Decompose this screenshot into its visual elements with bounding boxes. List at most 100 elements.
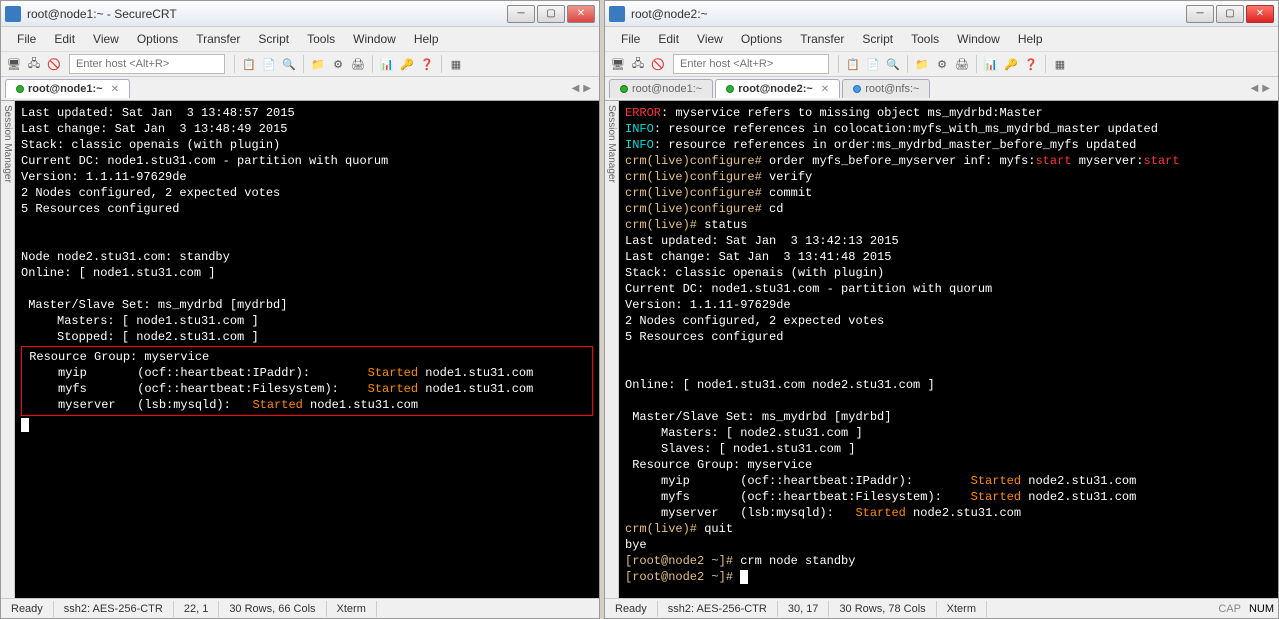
tabstrip: root@node1:~ root@node2:~ ✕ root@nfs:~ ◀…	[605, 77, 1278, 101]
tool-icon[interactable]: 🖨	[953, 55, 971, 73]
tool-icon[interactable]: 🖥	[5, 55, 23, 73]
tab-prev-icon[interactable]: ◀	[572, 83, 580, 94]
titlebar[interactable]: root@node1:~ - SecureCRT ─ ▢ ✕	[1, 1, 599, 27]
menu-edit[interactable]: Edit	[46, 30, 83, 48]
status-pos: 22, 1	[174, 601, 219, 617]
menu-window[interactable]: Window	[949, 30, 1008, 48]
status-dot-icon	[853, 85, 861, 93]
window-node2: root@node2:~ ─ ▢ ✕ File Edit View Option…	[604, 0, 1279, 619]
separator	[441, 55, 442, 73]
tool-icon[interactable]: 📄	[260, 55, 278, 73]
tool-icon[interactable]: 🖧	[629, 55, 647, 73]
tool-icon[interactable]: 🔍	[280, 55, 298, 73]
tab-next-icon[interactable]: ▶	[1262, 83, 1270, 94]
statusbar: Ready ssh2: AES-256-CTR 30, 17 30 Rows, …	[605, 598, 1278, 618]
close-button[interactable]: ✕	[567, 5, 595, 23]
minimize-button[interactable]: ─	[507, 5, 535, 23]
menu-script[interactable]: Script	[250, 30, 297, 48]
status-size: 30 Rows, 66 Cols	[219, 601, 326, 617]
menu-view[interactable]: View	[689, 30, 731, 48]
tool-icon[interactable]: 📋	[844, 55, 862, 73]
window-title: root@node2:~	[631, 7, 1186, 21]
status-dot-icon	[16, 85, 24, 93]
status-cap: CAP	[1214, 603, 1245, 615]
tool-icon[interactable]: 📊	[982, 55, 1000, 73]
menu-options[interactable]: Options	[129, 30, 186, 48]
maximize-button[interactable]: ▢	[537, 5, 565, 23]
app-icon	[5, 6, 21, 22]
menu-transfer[interactable]: Transfer	[792, 30, 852, 48]
tool-icon[interactable]: 🚫	[45, 55, 63, 73]
menu-options[interactable]: Options	[733, 30, 790, 48]
menu-help[interactable]: Help	[406, 30, 447, 48]
status-dot-icon	[726, 85, 734, 93]
separator	[907, 55, 908, 73]
menu-tools[interactable]: Tools	[299, 30, 343, 48]
titlebar[interactable]: root@node2:~ ─ ▢ ✕	[605, 1, 1278, 27]
session-manager-handle[interactable]: Session Manager	[1, 101, 15, 598]
tab-node2[interactable]: root@node2:~ ✕	[715, 79, 840, 98]
status-dot-icon	[620, 85, 628, 93]
separator	[976, 55, 977, 73]
tab-close-icon[interactable]: ✕	[111, 84, 119, 95]
app-icon	[609, 6, 625, 22]
tool-icon[interactable]: 🖨	[349, 55, 367, 73]
tool-icon[interactable]: ▦	[1051, 55, 1069, 73]
close-button[interactable]: ✕	[1246, 5, 1274, 23]
menu-transfer[interactable]: Transfer	[188, 30, 248, 48]
menu-help[interactable]: Help	[1010, 30, 1051, 48]
tab-nav: ◀ ▶	[1251, 83, 1274, 94]
separator	[1045, 55, 1046, 73]
tool-icon[interactable]: 📁	[309, 55, 327, 73]
tool-icon[interactable]: 🖧	[25, 55, 43, 73]
tab-next-icon[interactable]: ▶	[583, 83, 591, 94]
tool-icon[interactable]: 📊	[378, 55, 396, 73]
status-ready: Ready	[1, 601, 54, 617]
tool-icon[interactable]: 📋	[240, 55, 258, 73]
tab-prev-icon[interactable]: ◀	[1251, 83, 1259, 94]
tool-icon[interactable]: 📁	[913, 55, 931, 73]
status-ready: Ready	[605, 601, 658, 617]
tool-icon[interactable]: ❓	[1022, 55, 1040, 73]
terminal[interactable]: ERROR: myservice refers to missing objec…	[619, 101, 1278, 598]
tab-label: root@node1:~	[632, 83, 702, 95]
tab-nfs[interactable]: root@nfs:~	[842, 79, 930, 98]
statusbar: Ready ssh2: AES-256-CTR 22, 1 30 Rows, 6…	[1, 598, 599, 618]
tool-icon[interactable]: ⚙	[933, 55, 951, 73]
tab-label: root@node1:~	[28, 83, 103, 95]
toolbar: 🖥 🖧 🚫 📋 📄 🔍 📁 ⚙ 🖨 📊 🔑 ❓ ▦	[1, 51, 599, 77]
tab-node1[interactable]: root@node1:~ ✕	[5, 79, 130, 98]
menu-file[interactable]: File	[613, 30, 648, 48]
status-cipher: ssh2: AES-256-CTR	[658, 601, 778, 617]
menu-file[interactable]: File	[9, 30, 44, 48]
menu-window[interactable]: Window	[345, 30, 404, 48]
tab-close-icon[interactable]: ✕	[821, 84, 829, 95]
host-input[interactable]	[673, 54, 829, 74]
tool-icon[interactable]: 🚫	[649, 55, 667, 73]
tool-icon[interactable]: 🔍	[884, 55, 902, 73]
separator	[234, 55, 235, 73]
tool-icon[interactable]: ▦	[447, 55, 465, 73]
maximize-button[interactable]: ▢	[1216, 5, 1244, 23]
menu-tools[interactable]: Tools	[903, 30, 947, 48]
tool-icon[interactable]: ❓	[418, 55, 436, 73]
session-manager-handle[interactable]: Session Manager	[605, 101, 619, 598]
host-input[interactable]	[69, 54, 225, 74]
terminal[interactable]: Last updated: Sat Jan 3 13:48:57 2015 La…	[15, 101, 599, 598]
tool-icon[interactable]: 🔑	[398, 55, 416, 73]
status-size: 30 Rows, 78 Cols	[829, 601, 936, 617]
tool-icon[interactable]: 🔑	[1002, 55, 1020, 73]
menu-view[interactable]: View	[85, 30, 127, 48]
window-node1: root@node1:~ - SecureCRT ─ ▢ ✕ File Edit…	[0, 0, 600, 619]
tool-icon[interactable]: 📄	[864, 55, 882, 73]
tab-node1[interactable]: root@node1:~	[609, 79, 713, 98]
minimize-button[interactable]: ─	[1186, 5, 1214, 23]
tabstrip: root@node1:~ ✕ ◀ ▶	[1, 77, 599, 101]
tool-icon[interactable]: ⚙	[329, 55, 347, 73]
menu-script[interactable]: Script	[854, 30, 901, 48]
tool-icon[interactable]: 🖥	[609, 55, 627, 73]
separator	[303, 55, 304, 73]
tab-nav: ◀ ▶	[572, 83, 595, 94]
cursor	[740, 570, 748, 584]
menu-edit[interactable]: Edit	[650, 30, 687, 48]
